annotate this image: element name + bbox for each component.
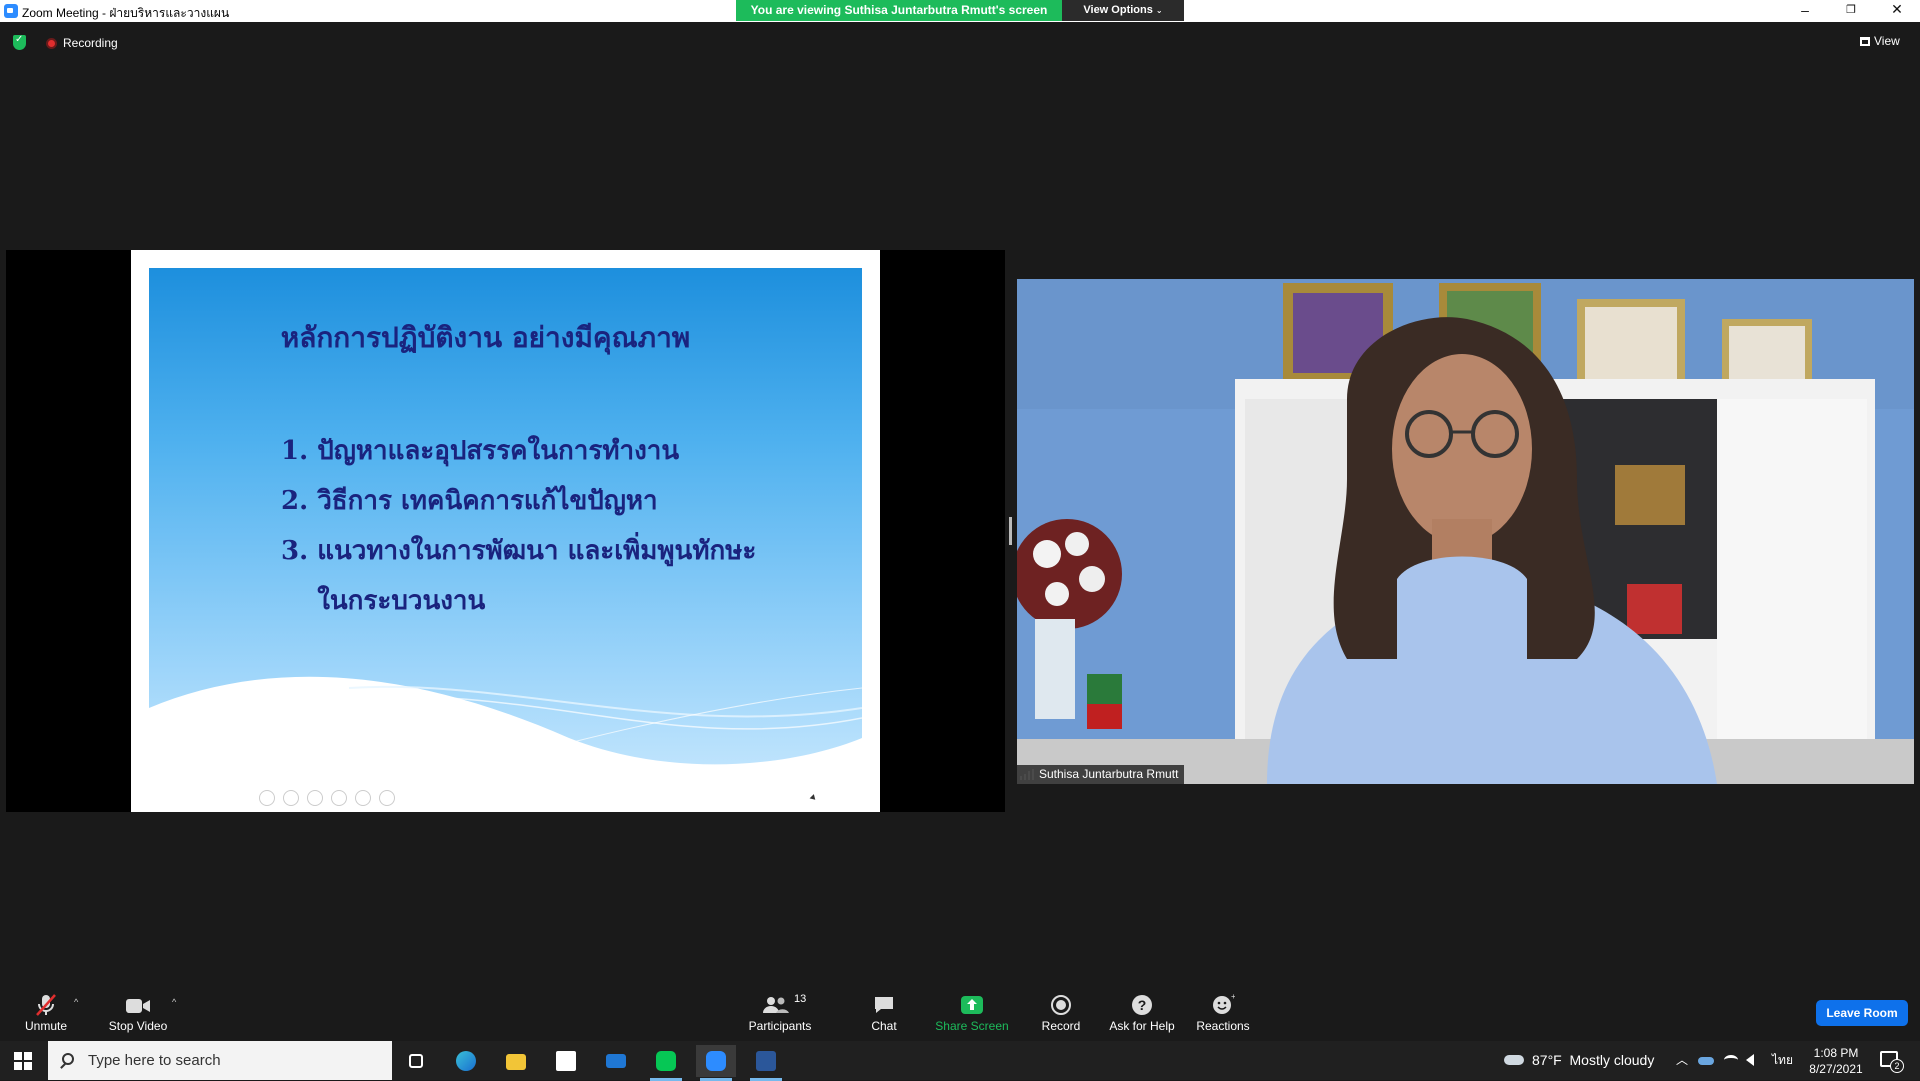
- task-view-icon[interactable]: [396, 1045, 436, 1077]
- reactions-button[interactable]: + Reactions: [1192, 983, 1254, 1041]
- leave-room-button[interactable]: Leave Room: [1816, 1000, 1908, 1026]
- windows-taskbar: Type here to search 87°F Mostly cloudy ︿…: [0, 1041, 1920, 1081]
- ask-for-help-button[interactable]: ? Ask for Help: [1106, 983, 1178, 1041]
- ask-for-help-label: Ask for Help: [1109, 1019, 1175, 1033]
- slide-bullet-2: 2. วิธีการ เทคนิคการแก้ไขปัญหา: [281, 486, 658, 516]
- previous-slide-icon[interactable]: [259, 790, 275, 806]
- grid-icon: [1860, 37, 1870, 46]
- word-icon[interactable]: [746, 1045, 786, 1081]
- stop-video-button[interactable]: Stop Video: [102, 983, 174, 1041]
- taskbar-search-input[interactable]: Type here to search: [48, 1041, 392, 1080]
- share-screen-label: Share Screen: [935, 1019, 1009, 1033]
- search-icon: [62, 1053, 74, 1065]
- slide-bullet-1: 1. ปัญหาและอุปสรรคในการทำงาน: [281, 436, 680, 466]
- split-view-handle[interactable]: [1009, 517, 1012, 545]
- participants-button[interactable]: 13 Participants: [740, 983, 820, 1041]
- shared-screen: หลักการปฏิบัติงาน อย่างมีคุณภาพ 1. ปัญหา…: [6, 250, 1005, 812]
- network-wifi-icon[interactable]: [1724, 1041, 1738, 1080]
- video-camera-icon: [126, 999, 150, 1013]
- window-title: Zoom Meeting - ฝ่ายบริหารและวางแผน: [22, 6, 230, 20]
- presentation-slide: หลักการปฏิบัติงาน อย่างมีคุณภาพ 1. ปัญหา…: [149, 268, 862, 768]
- slides-grid-icon[interactable]: [331, 790, 347, 806]
- zoom-app-icon: [4, 4, 18, 18]
- chat-label: Chat: [871, 1019, 897, 1033]
- record-label: Record: [1041, 1019, 1081, 1033]
- chat-button[interactable]: Chat: [862, 983, 906, 1041]
- onedrive-icon[interactable]: [1698, 1041, 1714, 1080]
- unmute-button[interactable]: Unmute: [18, 983, 74, 1041]
- cloud-icon: [1504, 1055, 1524, 1065]
- edge-browser-icon[interactable]: [446, 1045, 486, 1077]
- reactions-smiley-icon: +: [1213, 993, 1235, 1014]
- weather-description: Mostly cloudy: [1569, 1052, 1655, 1068]
- mouse-cursor-icon: [809, 794, 818, 802]
- view-options-label: View Options: [1083, 4, 1153, 16]
- slide-frame: หลักการปฏิบัติงาน อย่างมีคุณภาพ 1. ปัญหา…: [131, 250, 880, 812]
- notification-count-badge: 2: [1890, 1059, 1904, 1073]
- clock-time: 1:08 PM: [1813, 1046, 1859, 1060]
- microsoft-store-icon[interactable]: [546, 1045, 586, 1077]
- mail-icon[interactable]: [596, 1045, 636, 1077]
- recording-label: Recording: [63, 36, 118, 50]
- show-hidden-icons-chevron-icon[interactable]: ︿: [1676, 1041, 1688, 1080]
- participants-count: 13: [794, 993, 807, 1005]
- slideshow-controls: [259, 790, 403, 806]
- search-placeholder: Type here to search: [88, 1052, 221, 1069]
- notifications-icon[interactable]: 2: [1880, 1051, 1904, 1073]
- participant-video[interactable]: [1017, 279, 1914, 784]
- share-screen-icon: [961, 996, 983, 1014]
- file-explorer-icon[interactable]: [496, 1045, 536, 1077]
- stop-video-label: Stop Video: [108, 1019, 168, 1033]
- participants-icon: [763, 997, 789, 1013]
- svg-text:?: ?: [1138, 997, 1147, 1013]
- record-button[interactable]: Record: [1036, 983, 1086, 1041]
- chat-icon: [875, 997, 893, 1013]
- participant-name-label: Suthisa Juntarbutra Rmutt: [1017, 765, 1185, 784]
- viewing-screen-banner: You are viewing Suthisa Juntarbutra Rmut…: [736, 0, 1062, 21]
- view-label: View: [1874, 34, 1900, 48]
- system-clock[interactable]: 1:08 PM 8/27/2021: [1800, 1045, 1872, 1077]
- minimize-button[interactable]: –: [1782, 0, 1828, 22]
- help-icon: ?: [1132, 995, 1152, 1015]
- record-icon: [1051, 995, 1071, 1015]
- close-button[interactable]: ✕: [1874, 0, 1920, 22]
- slide-bullet-3: 3. แนวทางในการพัฒนา และเพิ่มพูนทักษะ: [281, 536, 757, 566]
- view-options-button[interactable]: View Options ⌄: [1062, 0, 1184, 21]
- unmute-label: Unmute: [24, 1019, 68, 1033]
- zoom-icon[interactable]: [355, 790, 371, 806]
- video-options-caret-icon[interactable]: ^: [172, 997, 176, 1007]
- svg-text:+: +: [1231, 993, 1235, 1001]
- more-options-icon[interactable]: [379, 790, 395, 806]
- volume-speaker-icon[interactable]: [1746, 1041, 1754, 1080]
- next-slide-icon[interactable]: [283, 790, 299, 806]
- restore-button[interactable]: ❐: [1828, 0, 1874, 22]
- weather-temperature: 87°F: [1532, 1052, 1562, 1068]
- windows-start-icon[interactable]: [14, 1052, 32, 1070]
- slide-title: หลักการปฏิบัติงาน อย่างมีคุณภาพ: [280, 321, 691, 354]
- recording-icon: [46, 38, 57, 49]
- microphone-muted-icon: [36, 994, 56, 1016]
- input-language-indicator[interactable]: ไทย: [1772, 1041, 1793, 1080]
- chevron-down-icon: ⌄: [1155, 6, 1163, 15]
- pen-icon[interactable]: [307, 790, 323, 806]
- video-frame-image: [1017, 279, 1914, 784]
- audio-options-caret-icon[interactable]: ^: [74, 997, 78, 1007]
- participants-label: Participants: [748, 1019, 812, 1033]
- view-button[interactable]: View: [1860, 34, 1900, 48]
- line-app-icon[interactable]: [646, 1045, 686, 1081]
- encryption-shield-icon[interactable]: [13, 34, 26, 50]
- weather-widget[interactable]: 87°F Mostly cloudy: [1504, 1041, 1654, 1080]
- title-bar: Zoom Meeting - ฝ่ายบริหารและวางแผน You a…: [0, 0, 1920, 22]
- meeting-toolbar: Unmute ^ Stop Video ^ 13 Participants Ch…: [0, 983, 1920, 1041]
- reactions-label: Reactions: [1196, 1019, 1250, 1033]
- slide-bullet-3-continued: ในกระบวนงาน: [281, 586, 486, 616]
- clock-date: 8/27/2021: [1809, 1062, 1863, 1076]
- zoom-taskbar-icon[interactable]: [696, 1045, 736, 1081]
- share-screen-button[interactable]: Share Screen: [932, 983, 1012, 1041]
